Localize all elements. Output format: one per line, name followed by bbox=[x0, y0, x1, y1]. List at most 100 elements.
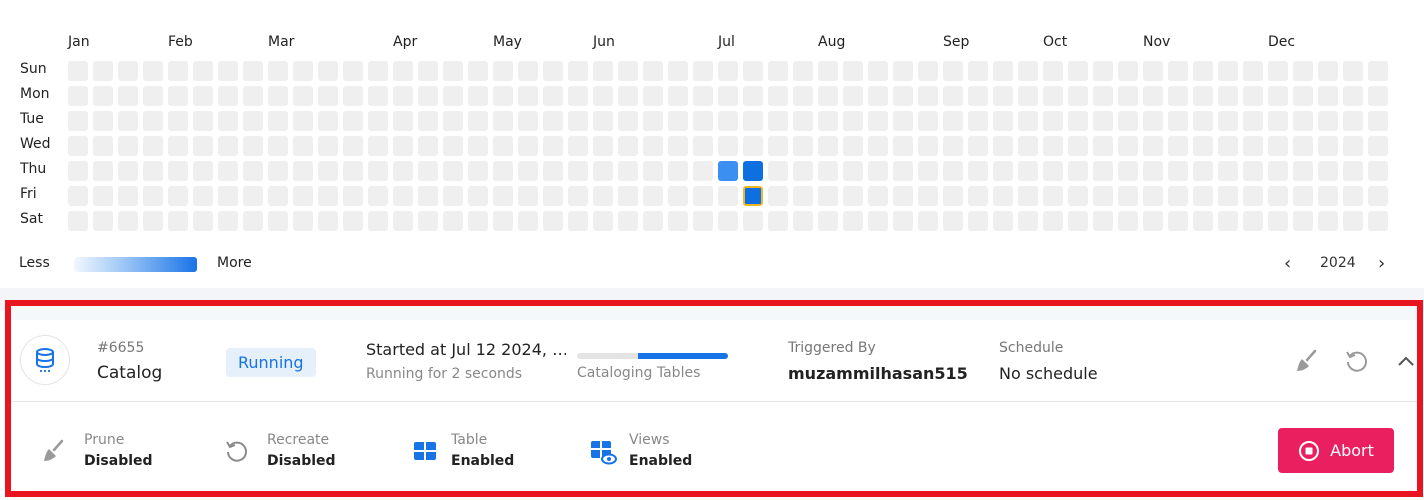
heatmap-cell bbox=[143, 111, 163, 131]
heatmap-cell bbox=[593, 161, 613, 181]
heatmap-cell bbox=[1243, 161, 1263, 181]
heatmap-cell bbox=[1168, 211, 1188, 231]
year-next-chevron-icon[interactable]: › bbox=[1378, 253, 1385, 274]
heatmap-cell[interactable] bbox=[718, 161, 738, 181]
heatmap-cell bbox=[1368, 136, 1388, 156]
heatmap-cell bbox=[918, 211, 938, 231]
heatmap-cell bbox=[893, 136, 913, 156]
heatmap-cell bbox=[618, 61, 638, 81]
heatmap-cell bbox=[1118, 111, 1138, 131]
heatmap-cell bbox=[793, 186, 813, 206]
heatmap-cell bbox=[243, 211, 263, 231]
heatmap-cell bbox=[893, 161, 913, 181]
heatmap-cell bbox=[818, 186, 838, 206]
heatmap-cell bbox=[1068, 161, 1088, 181]
heatmap-cell bbox=[243, 61, 263, 81]
heatmap-cell bbox=[1243, 211, 1263, 231]
heatmap-cell bbox=[468, 111, 488, 131]
broom-icon[interactable] bbox=[1293, 348, 1319, 374]
table-grid-icon bbox=[412, 438, 438, 464]
heatmap-cell bbox=[343, 86, 363, 106]
heatmap-cell bbox=[793, 61, 813, 81]
heatmap-cell bbox=[1368, 61, 1388, 81]
heatmap-cell bbox=[468, 161, 488, 181]
heatmap-cell bbox=[1343, 211, 1363, 231]
heatmap-cell bbox=[568, 161, 588, 181]
heatmap-cell bbox=[668, 186, 688, 206]
heatmap-cell bbox=[68, 61, 88, 81]
heatmap-cell bbox=[718, 211, 738, 231]
heatmap-cell bbox=[843, 61, 863, 81]
heatmap-cell bbox=[1118, 186, 1138, 206]
heatmap-cell bbox=[1118, 161, 1138, 181]
heatmap-cell bbox=[343, 111, 363, 131]
heatmap-cell bbox=[643, 161, 663, 181]
heatmap-cell bbox=[1343, 111, 1363, 131]
heatmap-cell bbox=[518, 161, 538, 181]
heatmap-cell bbox=[818, 136, 838, 156]
heatmap-cell bbox=[118, 61, 138, 81]
heatmap-cell bbox=[143, 136, 163, 156]
heatmap-cell bbox=[168, 86, 188, 106]
heatmap-cell bbox=[518, 211, 538, 231]
heatmap-cell bbox=[693, 211, 713, 231]
heatmap-cell bbox=[268, 111, 288, 131]
heatmap-cell bbox=[143, 61, 163, 81]
heatmap-cell bbox=[968, 86, 988, 106]
heatmap-cell bbox=[943, 61, 963, 81]
heatmap-cell bbox=[1318, 211, 1338, 231]
heatmap-cell[interactable] bbox=[743, 186, 763, 206]
heatmap-cell bbox=[1143, 86, 1163, 106]
heatmap-cell bbox=[1143, 186, 1163, 206]
heatmap-cell bbox=[418, 61, 438, 81]
heatmap-cell bbox=[818, 161, 838, 181]
legend-gradient-bar bbox=[74, 257, 197, 272]
heatmap-cell bbox=[143, 211, 163, 231]
heatmap-cell bbox=[893, 211, 913, 231]
heatmap-cell bbox=[1143, 211, 1163, 231]
heatmap-cell bbox=[693, 161, 713, 181]
heatmap-cell bbox=[793, 111, 813, 131]
refresh-icon[interactable] bbox=[1344, 348, 1370, 374]
heatmap-cell bbox=[618, 161, 638, 181]
run-summary-row[interactable]: #6655 Catalog Running Started at Jul 12 … bbox=[11, 320, 1417, 402]
heatmap-cell bbox=[418, 86, 438, 106]
database-icon bbox=[20, 335, 70, 385]
heatmap-cell bbox=[1218, 211, 1238, 231]
heatmap-cell bbox=[1168, 136, 1188, 156]
running-duration-text: Running for 2 seconds bbox=[366, 366, 523, 382]
heatmap-cell bbox=[918, 86, 938, 106]
heatmap-cell bbox=[343, 61, 363, 81]
heatmap-cell bbox=[868, 161, 888, 181]
heatmap-cell bbox=[968, 111, 988, 131]
heatmap-cell bbox=[393, 86, 413, 106]
heatmap-cell bbox=[293, 61, 313, 81]
chevron-up-icon[interactable] bbox=[1393, 348, 1419, 374]
heatmap-cell bbox=[143, 161, 163, 181]
heatmap-cell bbox=[1193, 61, 1213, 81]
year-prev-chevron-icon[interactable]: ‹ bbox=[1284, 253, 1291, 274]
heatmap-cell bbox=[168, 186, 188, 206]
heatmap-cell bbox=[68, 161, 88, 181]
heatmap-cell bbox=[243, 111, 263, 131]
heatmap-cell bbox=[568, 111, 588, 131]
abort-label: Abort bbox=[1330, 441, 1374, 460]
heatmap-cell bbox=[768, 61, 788, 81]
heatmap-cell bbox=[1268, 86, 1288, 106]
heatmap-cell bbox=[543, 161, 563, 181]
heatmap-cell bbox=[993, 186, 1013, 206]
heatmap-cell bbox=[193, 186, 213, 206]
heatmap-cell bbox=[1318, 111, 1338, 131]
card-top-band bbox=[11, 306, 1417, 320]
heatmap-cell bbox=[68, 86, 88, 106]
heatmap-cell bbox=[543, 61, 563, 81]
heatmap-cell bbox=[268, 61, 288, 81]
heatmap-cell[interactable] bbox=[743, 161, 763, 181]
heatmap-cell bbox=[1318, 86, 1338, 106]
heatmap-cell bbox=[93, 161, 113, 181]
heatmap-cell bbox=[1268, 136, 1288, 156]
heatmap-cell bbox=[218, 86, 238, 106]
abort-button[interactable]: Abort bbox=[1278, 428, 1394, 473]
heatmap-cell bbox=[1318, 186, 1338, 206]
heatmap-cell bbox=[918, 186, 938, 206]
